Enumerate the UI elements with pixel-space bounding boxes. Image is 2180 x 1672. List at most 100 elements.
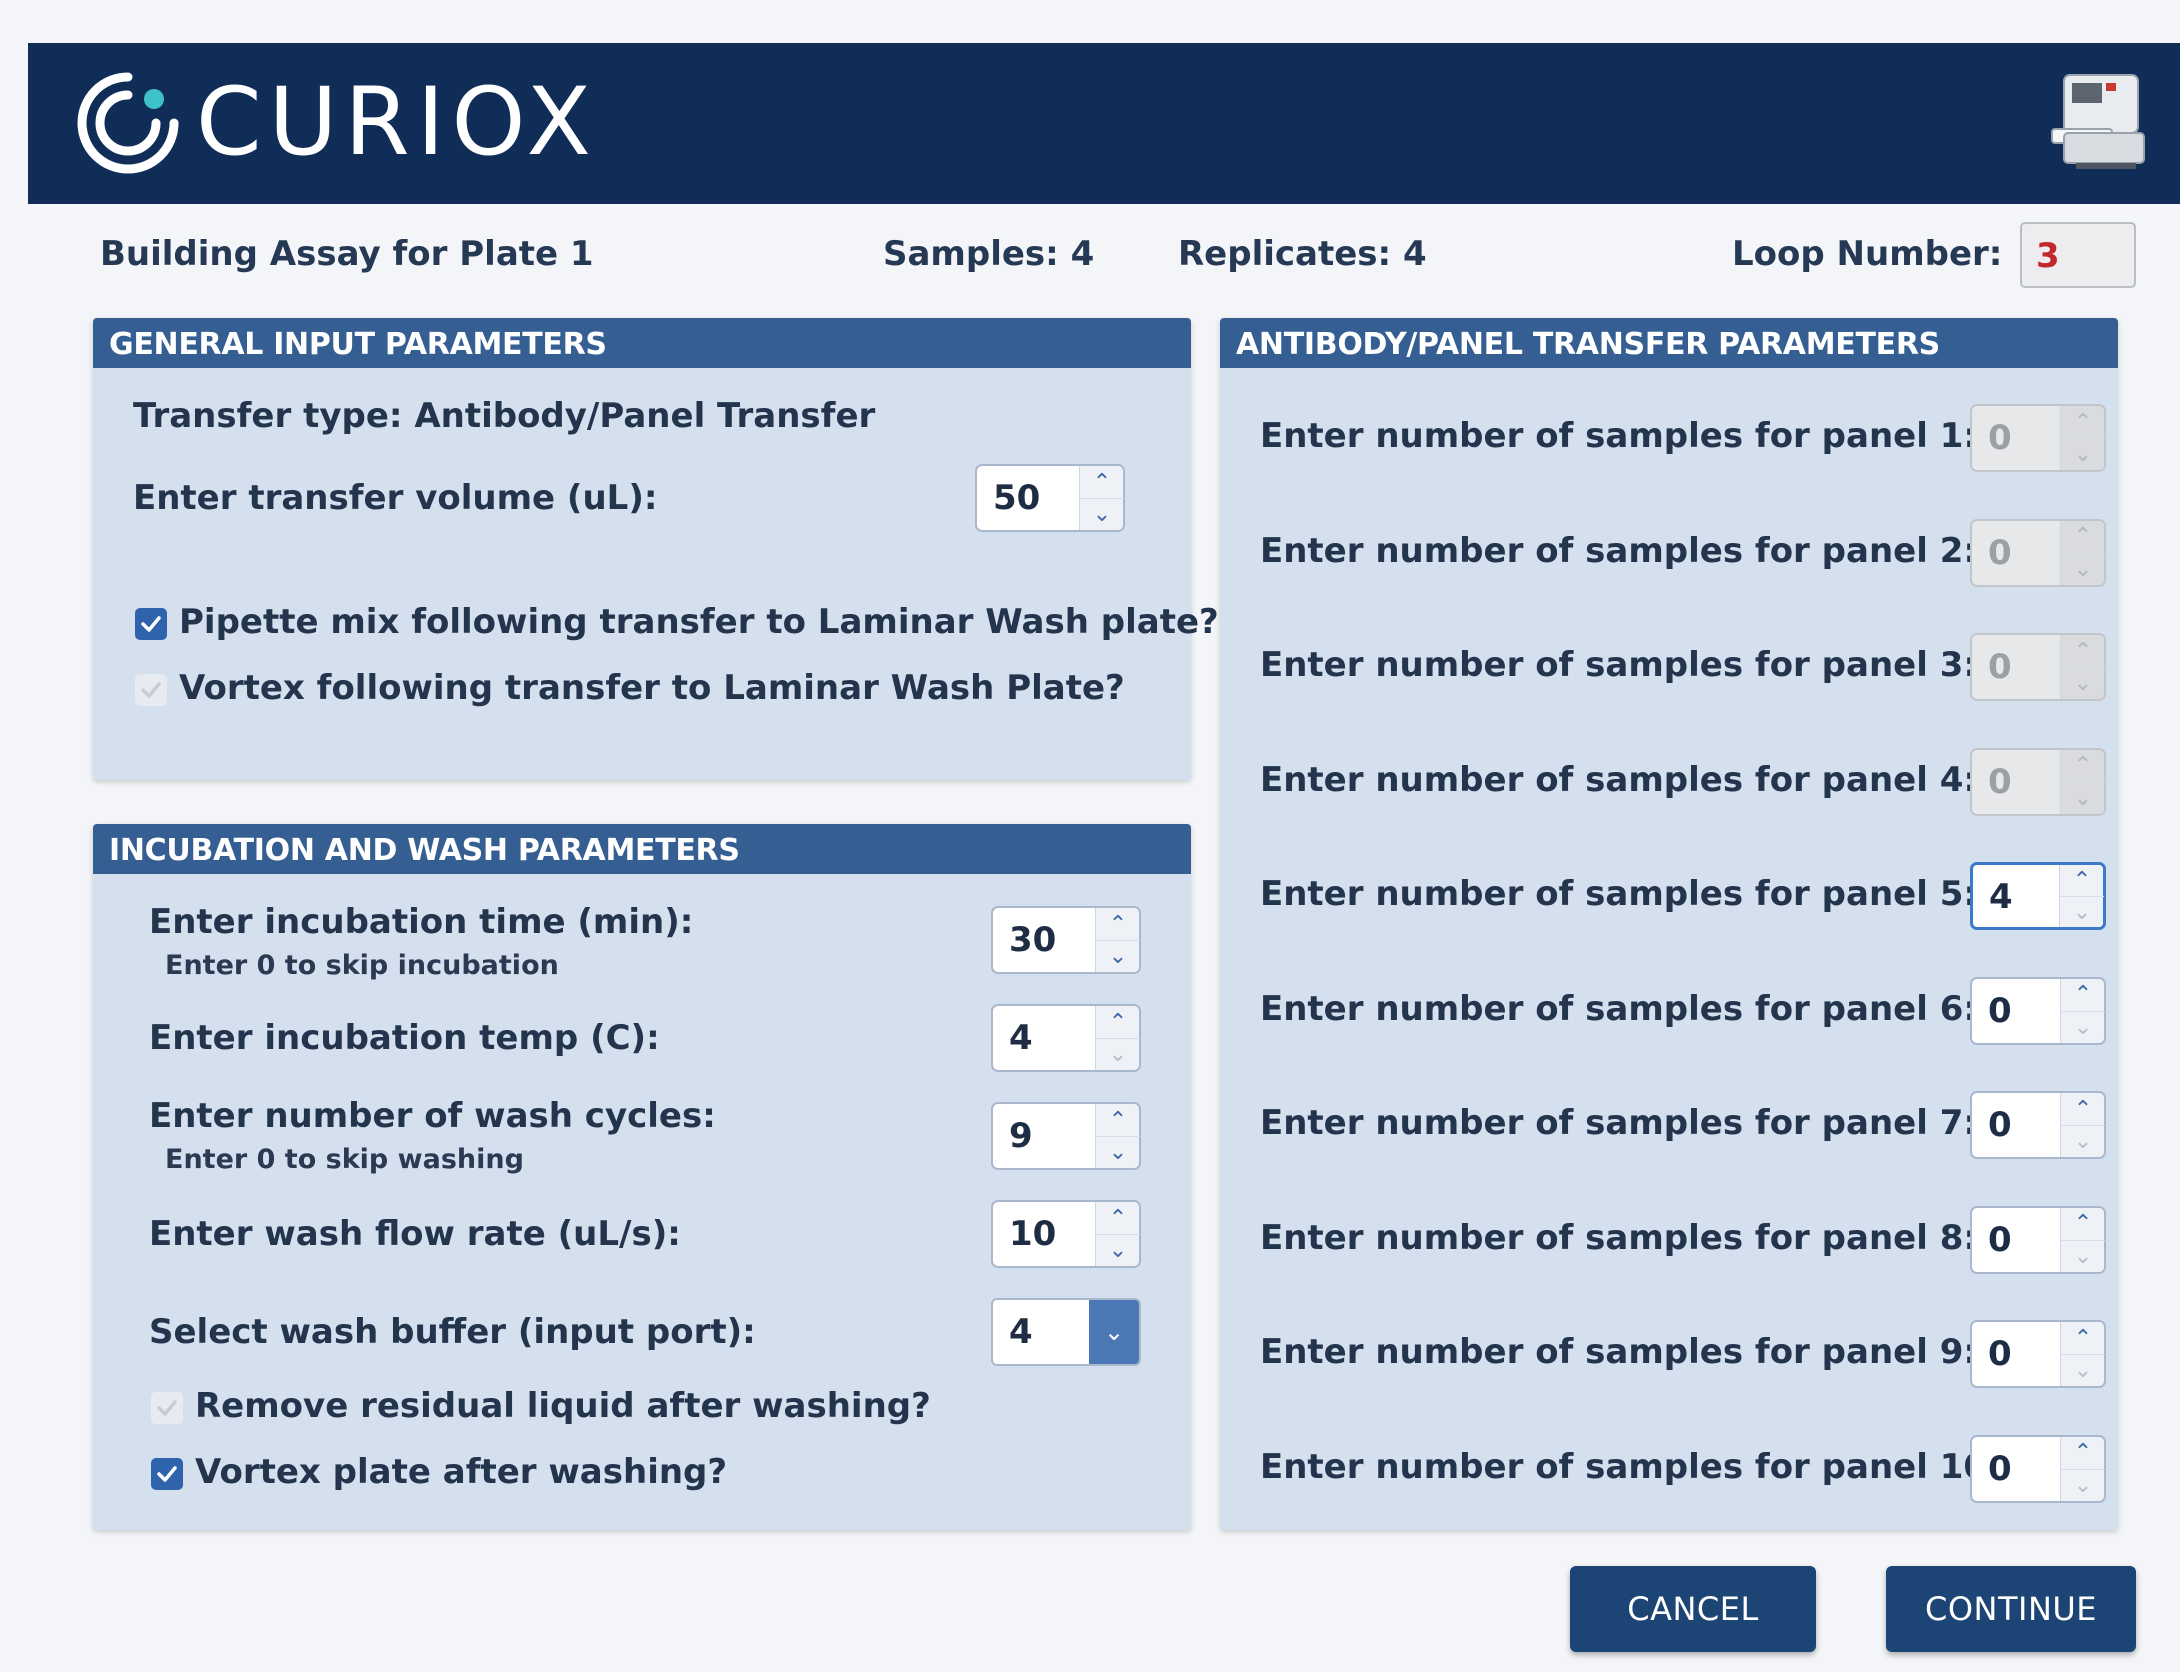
stepper-arrows: ⌃ ⌄ [2060,749,2105,814]
chevron-up-icon[interactable]: ⌃ [2061,635,2105,667]
chevron-up-icon[interactable]: ⌃ [2060,865,2104,896]
brand-name: CURIOX [196,68,598,177]
chevron-down-icon[interactable]: ⌄ [1096,1234,1140,1266]
panel-7-label: Enter number of samples for panel 7: [1260,1103,1977,1143]
panel-1-label: Enter number of samples for panel 1: [1260,416,1977,456]
chevron-up-icon[interactable]: ⌃ [1096,1006,1140,1038]
chevron-down-icon[interactable]: ⌄ [2061,781,2105,814]
panel-6-samples-stepper[interactable]: 0 ⌃ ⌄ [1970,976,2106,1045]
cancel-button[interactable]: CANCEL [1570,1566,1816,1652]
panel-10-samples-value: 0 [1988,1448,2012,1489]
chevron-down-icon[interactable]: ⌄ [1096,1038,1140,1070]
stepper-arrows: ⌃ ⌄ [2060,1436,2105,1501]
panel-10-samples-stepper[interactable]: 0 ⌃ ⌄ [1970,1434,2106,1503]
wash-cycles-stepper[interactable]: 9 ⌃ ⌄ [991,1102,1141,1170]
remove-residual-checkbox[interactable] [151,1392,183,1424]
chevron-down-icon[interactable]: ⌄ [1089,1300,1139,1364]
chevron-down-icon[interactable]: ⌄ [1096,1136,1140,1168]
instrument-icon [2046,69,2150,177]
curiox-logo: CURIOX [74,63,598,183]
panel-8-label: Enter number of samples for panel 8: [1260,1217,1977,1258]
chevron-down-icon[interactable]: ⌄ [2061,1125,2105,1157]
pipette-mix-label: Pipette mix following transfer to Lamina… [179,602,1219,642]
panel-7-samples-stepper[interactable]: 0 ⌃ ⌄ [1970,1091,2106,1159]
panel-9-samples-stepper[interactable]: 0 ⌃ ⌄ [1970,1320,2106,1388]
transfer-volume-stepper[interactable]: 50 ⌃ ⌄ [975,464,1125,532]
chevron-down-icon[interactable]: ⌄ [2061,667,2105,699]
chevron-down-icon[interactable]: ⌄ [2061,1010,2105,1043]
vortex-after-wash-label: Vortex plate after washing? [195,1452,728,1492]
panel-5-samples-value: 4 [1989,877,2013,917]
transfer-volume-label: Enter transfer volume (uL): [133,478,658,518]
panel-2-samples-stepper[interactable]: 0 ⌃ ⌄ [1970,518,2106,587]
remove-residual-label: Remove residual liquid after washing? [195,1386,931,1426]
chevron-down-icon[interactable]: ⌄ [2061,1239,2105,1272]
chevron-down-icon[interactable]: ⌄ [2061,552,2105,585]
panel-title: INCUBATION AND WASH PARAMETERS [93,824,1191,874]
chevron-down-icon[interactable]: ⌄ [2061,438,2105,470]
panel-3-label: Enter number of samples for panel 3: [1260,645,1977,685]
chevron-up-icon[interactable]: ⌃ [2061,521,2105,553]
stepper-arrows: ⌃ ⌄ [1095,1202,1140,1266]
chevron-down-icon[interactable]: ⌄ [2061,1354,2105,1386]
chevron-up-icon[interactable]: ⌃ [2061,1208,2105,1240]
stepper-arrows: ⌃ ⌄ [2060,1322,2105,1386]
chevron-up-icon[interactable]: ⌃ [2061,979,2105,1011]
chevron-up-icon[interactable]: ⌃ [1096,908,1140,940]
stepper-arrows: ⌃ ⌄ [2060,635,2105,699]
chevron-up-icon[interactable]: ⌃ [2061,1437,2105,1469]
chevron-up-icon[interactable]: ⌃ [1096,1202,1140,1234]
wash-buffer-select[interactable]: 4 ⌄ [991,1298,1141,1366]
vortex-transfer-label: Vortex following transfer to Laminar Was… [179,668,1125,708]
stepper-arrows: ⌃ ⌄ [2059,865,2104,927]
incubation-time-stepper[interactable]: 30 ⌃ ⌄ [991,906,1141,974]
chevron-down-icon[interactable]: ⌄ [1096,940,1140,972]
app-header: CURIOX [28,43,2180,204]
panel-5-samples-stepper[interactable]: 4 ⌃ ⌄ [1970,862,2106,930]
replicates-count: Replicates: 4 [1178,234,1427,274]
panel-8-samples-stepper[interactable]: 0 ⌃ ⌄ [1970,1205,2106,1274]
panel-7-samples-value: 0 [1988,1105,2012,1145]
transfer-type-text: Transfer type: Antibody/Panel Transfer [133,396,876,436]
panel-4-samples-stepper[interactable]: 0 ⌃ ⌄ [1970,747,2106,816]
stepper-arrows: ⌃ ⌄ [2060,1207,2105,1272]
checkmark-icon [157,1400,177,1416]
chevron-down-icon[interactable]: ⌄ [1080,498,1124,530]
assay-info-row: Building Assay for Plate 1 Samples: 4 Re… [0,226,2180,280]
transfer-volume-value: 50 [993,478,1041,518]
chevron-down-icon[interactable]: ⌄ [2060,896,2104,927]
curiox-logo-icon [77,72,179,174]
stepper-arrows: ⌃ ⌄ [1095,1104,1140,1168]
vortex-transfer-checkbox[interactable] [135,674,167,706]
wash-cycles-hint: Enter 0 to skip washing [165,1144,524,1175]
checkmark-icon [157,1466,177,1482]
chevron-up-icon[interactable]: ⌃ [2061,1322,2105,1354]
panel-title: ANTIBODY/PANEL TRANSFER PARAMETERS [1220,318,2118,368]
pipette-mix-checkbox[interactable] [135,608,167,640]
loop-number-field[interactable]: 3 [2020,222,2136,288]
panel-4-samples-value: 0 [1988,761,2012,802]
stepper-arrows: ⌃ ⌄ [2060,520,2105,585]
panel-1-samples-value: 0 [1988,418,2012,458]
chevron-up-icon[interactable]: ⌃ [2061,750,2105,782]
panel-9-samples-value: 0 [1988,1334,2012,1374]
chevron-up-icon[interactable]: ⌃ [1096,1104,1140,1136]
wash-cycles-value: 9 [1009,1116,1033,1156]
chevron-up-icon[interactable]: ⌃ [2061,1093,2105,1125]
panel-title: GENERAL INPUT PARAMETERS [93,318,1191,368]
panel-3-samples-stepper[interactable]: 0 ⌃ ⌄ [1970,633,2106,701]
panel-3-samples-value: 0 [1988,647,2012,687]
chevron-up-icon[interactable]: ⌃ [1080,466,1124,498]
stepper-arrows: ⌃ ⌄ [1079,466,1124,530]
continue-button[interactable]: CONTINUE [1886,1566,2136,1652]
panel-5-label: Enter number of samples for panel 5: [1260,874,1977,914]
chevron-up-icon[interactable]: ⌃ [2061,406,2105,438]
chevron-down-icon[interactable]: ⌄ [2061,1468,2105,1501]
checkmark-icon [141,682,161,698]
incubation-temp-stepper[interactable]: 4 ⌃ ⌄ [991,1004,1141,1072]
vortex-after-wash-checkbox[interactable] [151,1458,183,1490]
panel-1-samples-stepper[interactable]: 0 ⌃ ⌄ [1970,404,2106,472]
stepper-arrows: ⌃ ⌄ [1095,908,1140,972]
wash-flow-rate-value: 10 [1009,1214,1057,1254]
wash-flow-rate-stepper[interactable]: 10 ⌃ ⌄ [991,1200,1141,1268]
